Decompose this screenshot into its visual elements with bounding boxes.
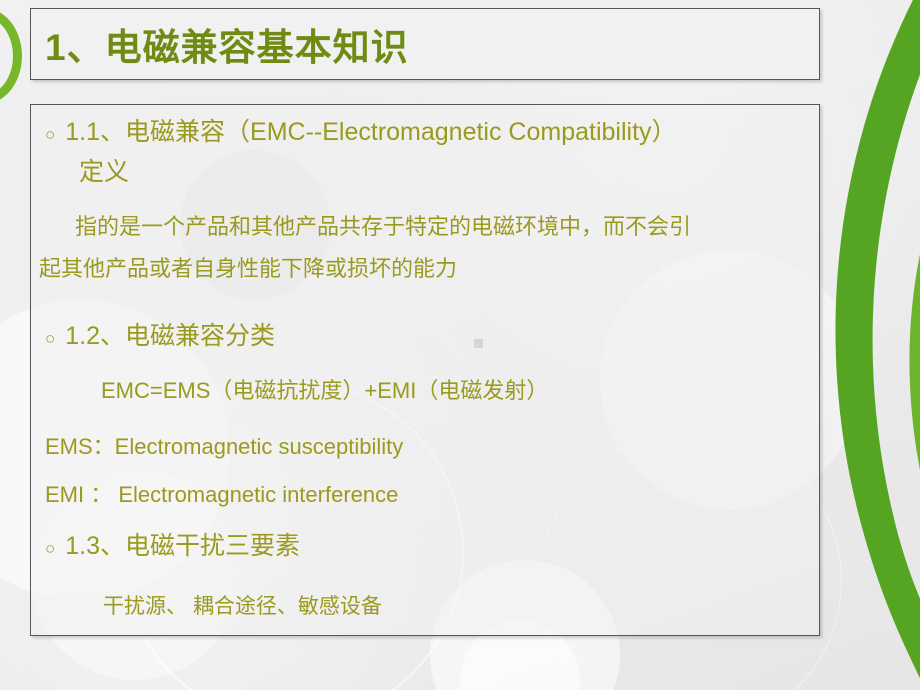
- section-1-1-body-line-2: 起其他产品或者自身性能下降或损坏的能力: [39, 256, 458, 281]
- bullet-item-1-1: ○ 1.1、电磁兼容（EMC--Electromagnetic Compatib…: [45, 118, 677, 147]
- bullet-circle-icon: ○: [45, 125, 56, 144]
- section-1-2-heading: 1.2、电磁兼容分类: [65, 322, 276, 350]
- section-1-3-elements: 干扰源、 耦合途径、敏感设备: [103, 595, 382, 618]
- section-1-2-ems-definition: EMS：Electromagnetic susceptibility: [45, 434, 404, 459]
- section-1-1-heading-wrap: 定义: [79, 158, 130, 186]
- section-1-1-body-line-1: 指的是一个产品和其他产品共存于特定的电磁环境中，而不会引: [75, 214, 692, 239]
- slide-canvas: 1、电磁兼容基本知识 ○ 1.1、电磁兼容（EMC--Electromagnet…: [0, 0, 920, 690]
- bullet-item-1-2: ○ 1.2、电磁兼容分类: [45, 322, 276, 351]
- slide-title-box: 1、电磁兼容基本知识: [30, 8, 820, 80]
- bullet-circle-icon: ○: [45, 539, 56, 558]
- section-1-2-formula: EMC=EMS（电磁抗扰度）+EMI（电磁发射）: [101, 378, 549, 403]
- bullet-circle-icon: ○: [45, 329, 56, 348]
- stray-artifact-square: [474, 339, 483, 348]
- ribbon-outer-band: [835, 0, 920, 679]
- page-title: 1、电磁兼容基本知识: [45, 27, 409, 68]
- bullet-item-1-3: ○ 1.3、电磁干扰三要素: [45, 532, 301, 561]
- section-1-3-heading: 1.3、电磁干扰三要素: [65, 532, 301, 560]
- section-1-2-emi-definition: EMI ： Electromagnetic interference: [45, 482, 399, 507]
- slide-content-box: ○ 1.1、电磁兼容（EMC--Electromagnetic Compatib…: [30, 104, 820, 636]
- section-1-1-heading: 1.1、电磁兼容（EMC--Electromagnetic Compatibil…: [65, 118, 677, 146]
